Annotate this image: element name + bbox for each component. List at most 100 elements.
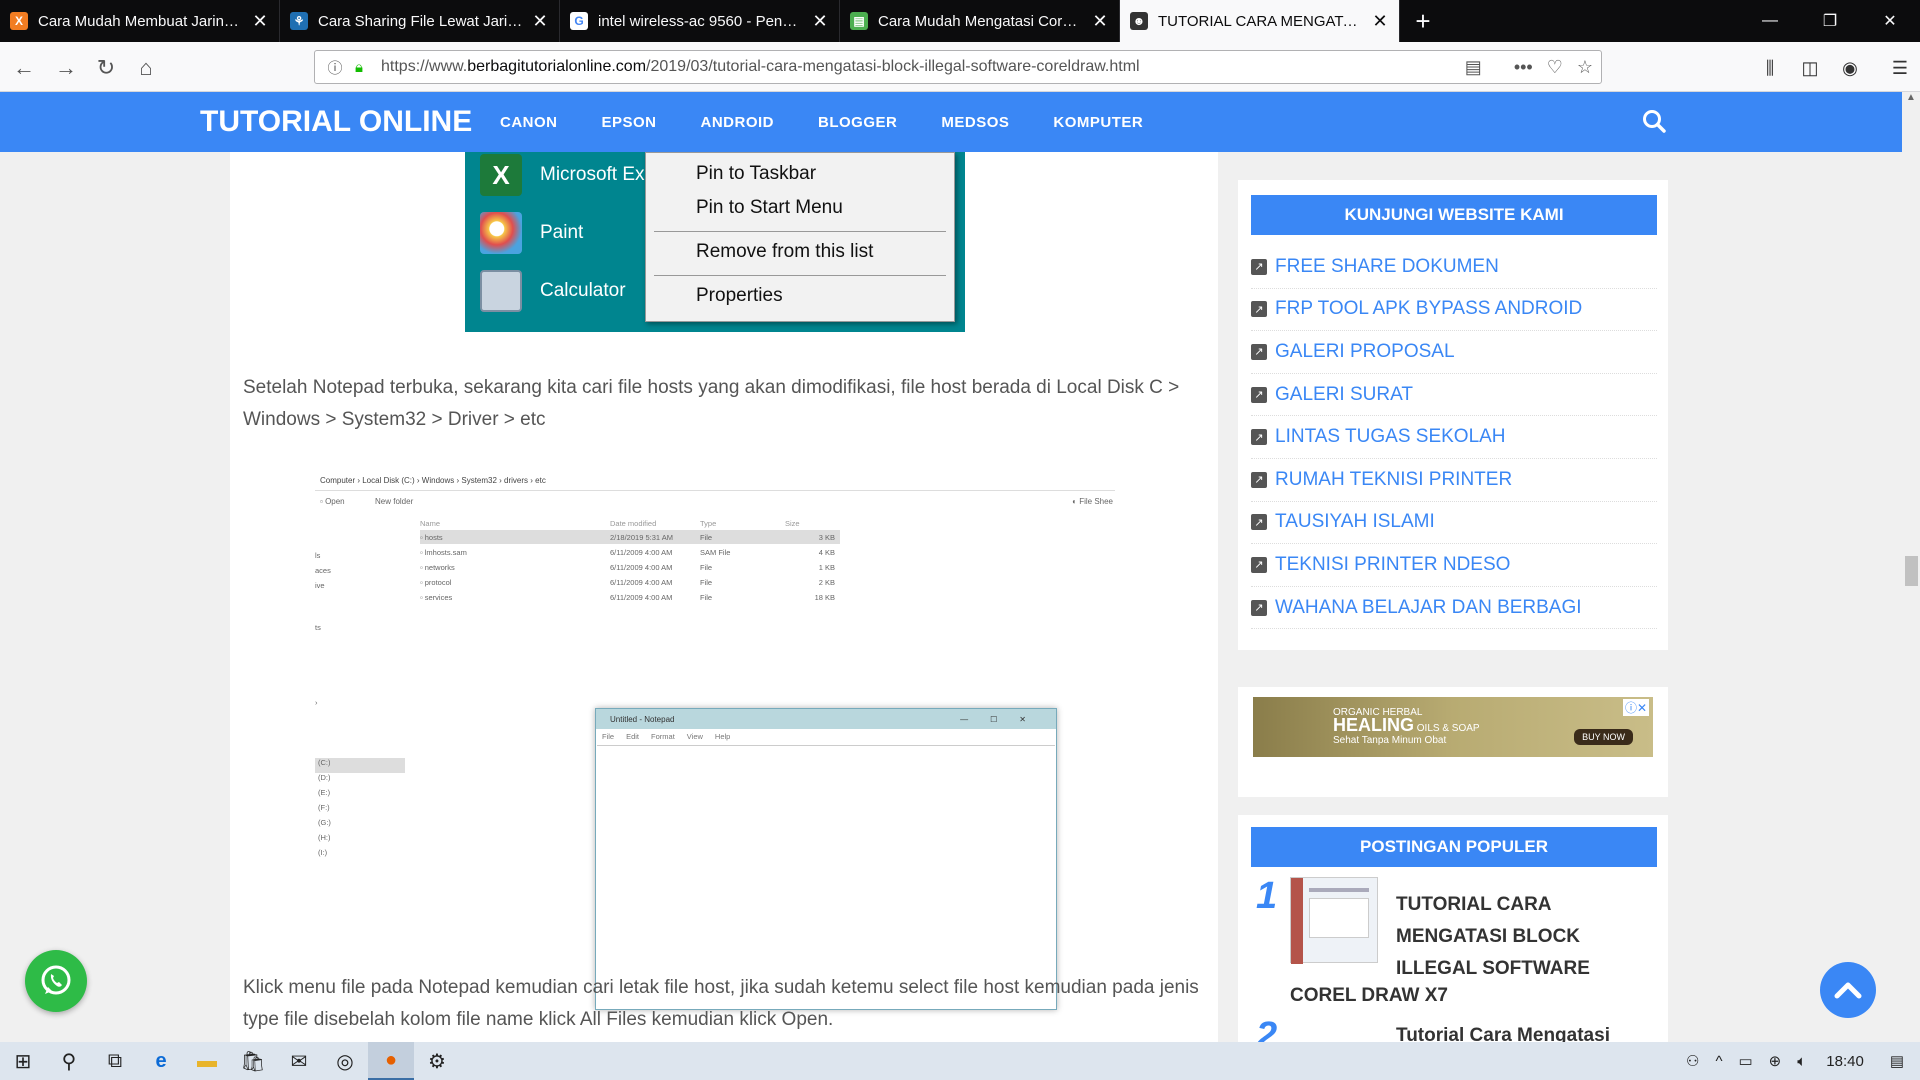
- popular-post-title[interactable]: TUTORIAL CARA MENGATASI BLOCK ILLEGAL SO…: [1396, 889, 1636, 985]
- app-icon[interactable]: ◎: [322, 1042, 368, 1080]
- notepad-titlebar: Untitled - Notepad —☐✕: [596, 709, 1056, 729]
- restore-icon[interactable]: ❐: [1800, 0, 1860, 42]
- file-explorer-icon[interactable]: ▬: [184, 1042, 230, 1080]
- buy-now-button[interactable]: BUY NOW: [1574, 729, 1633, 745]
- mail-icon[interactable]: ✉: [276, 1042, 322, 1080]
- start-menu-item: Calculator: [480, 270, 626, 312]
- notification-icon[interactable]: ▤: [1890, 1052, 1904, 1070]
- browser-tab[interactable]: X Cara Mudah Membuat Jaringan ✕: [0, 0, 280, 42]
- close-tab-icon[interactable]: ✕: [811, 11, 829, 32]
- popular-post-title[interactable]: Tutorial Cara Mengatasi: [1396, 1025, 1610, 1042]
- popular-post-title-cont[interactable]: COREL DRAW X7: [1290, 985, 1448, 1007]
- close-window-icon[interactable]: ✕: [1860, 0, 1920, 42]
- sidebar-link[interactable]: ↗ LINTAS TUGAS SEKOLAH: [1251, 416, 1657, 459]
- popular-rank: 1: [1256, 875, 1278, 917]
- start-menu-item: X Microsoft Exc: [480, 154, 654, 196]
- explorer-drives: (C:) (D:) (E:) (F:) (G:) (H:) (I:): [315, 758, 405, 863]
- scroll-to-top-button[interactable]: [1820, 962, 1876, 1018]
- sidebar-link[interactable]: ↗ FRP TOOL APK BYPASS ANDROID: [1251, 289, 1657, 332]
- explorer-breadcrumb: Computer › Local Disk (C:) › Windows › S…: [320, 476, 546, 485]
- address-bar[interactable]: ⓘ 🔒︎ https://www.berbagitutorialonline.c…: [314, 50, 1602, 84]
- firefox-icon[interactable]: ●: [368, 1042, 414, 1080]
- new-tab-button[interactable]: +: [1400, 0, 1446, 42]
- menu-item-epson[interactable]: EPSON: [602, 114, 657, 131]
- external-link-icon: ↗: [1251, 258, 1267, 275]
- edge-icon[interactable]: e: [138, 1042, 184, 1080]
- browser-tab-active[interactable]: ☻ TUTORIAL CARA MENGATASI B ✕: [1120, 0, 1400, 42]
- explorer-file-row: ▫ networks 6/11/2009 4:00 AM File 1 KB: [420, 562, 835, 572]
- back-icon[interactable]: ←: [8, 52, 40, 84]
- sidebar-link[interactable]: ↗ WAHANA BELAJAR DAN BERBAGI: [1251, 587, 1657, 630]
- browser-tab[interactable]: ⚘ Cara Sharing File Lewat Jaringa ✕: [280, 0, 560, 42]
- close-tab-icon[interactable]: ✕: [251, 11, 269, 32]
- chevron-up-icon: [1834, 982, 1862, 999]
- sidebar-link[interactable]: ↗ GALERI SURAT: [1251, 374, 1657, 417]
- close-tab-icon[interactable]: ✕: [1091, 11, 1109, 32]
- popular-thumbnail[interactable]: [1290, 877, 1378, 964]
- excel-icon: X: [480, 154, 522, 196]
- url-text[interactable]: https://www.berbagitutorialonline.com/20…: [381, 58, 1140, 76]
- clock-time[interactable]: 18:40: [1826, 1053, 1864, 1070]
- explorer-screenshot: Computer › Local Disk (C:) › Windows › S…: [315, 470, 1115, 1010]
- people-icon[interactable]: ⚇: [1686, 1052, 1699, 1070]
- search-icon[interactable]: ⚲: [46, 1042, 92, 1080]
- pocket-icon[interactable]: ♡: [1547, 57, 1563, 78]
- bookmark-star-icon[interactable]: ☆: [1577, 57, 1593, 78]
- menu-item-android[interactable]: ANDROID: [701, 114, 775, 131]
- site-brand[interactable]: TUTORIAL ONLINE: [200, 105, 472, 139]
- sidebar-toggle-icon[interactable]: ◫: [1790, 52, 1830, 84]
- library-icon[interactable]: ⫼: [1750, 52, 1790, 84]
- account-icon[interactable]: ◉: [1830, 52, 1870, 84]
- menu-item-komputer[interactable]: KOMPUTER: [1053, 114, 1143, 131]
- task-view-icon[interactable]: ⧉: [92, 1042, 138, 1080]
- network-icon[interactable]: ⊕: [1769, 1052, 1782, 1070]
- menu-item-blogger[interactable]: BLOGGER: [818, 114, 897, 131]
- minimize-icon[interactable]: —: [1740, 0, 1800, 42]
- info-icon[interactable]: ⓘ: [321, 57, 349, 78]
- explorer-header: Name Date modified Type Size: [420, 518, 800, 528]
- sidebar-link[interactable]: ↗ GALERI PROPOSAL: [1251, 331, 1657, 374]
- tab-title: Cara Sharing File Lewat Jaringa: [318, 12, 523, 30]
- explorer-nav-pane: ls aces ive ts ›: [315, 551, 331, 707]
- website-links: ↗ FREE SHARE DOKUMEN ↗ FRP TOOL APK BYPASS…: [1251, 246, 1657, 630]
- menu-item-medsos[interactable]: MEDSOS: [941, 114, 1009, 131]
- scroll-up-arrow-icon[interactable]: ▲: [1902, 92, 1920, 110]
- battery-icon[interactable]: ▭: [1738, 1052, 1752, 1070]
- reload-icon[interactable]: ↻: [90, 52, 122, 84]
- tab-title: Cara Mudah Mengatasi Corel D: [878, 12, 1083, 30]
- reader-view-icon[interactable]: ▤: [1465, 57, 1482, 78]
- browser-tab[interactable]: G intel wireless-ac 9560 - Penelus ✕: [560, 0, 840, 42]
- favicon-icon: X: [10, 12, 28, 30]
- more-actions-icon[interactable]: •••: [1514, 57, 1533, 78]
- page-scrollbar[interactable]: ▲: [1902, 92, 1920, 1042]
- ad-banner[interactable]: ORGANIC HERBAL HEALING OILS & SOAP Sehat…: [1253, 697, 1653, 757]
- close-tab-icon[interactable]: ✕: [1371, 11, 1389, 32]
- windows-start-icon[interactable]: ⊞: [0, 1042, 46, 1080]
- hamburger-menu-icon[interactable]: ☰: [1880, 52, 1920, 84]
- sidebar-link[interactable]: ↗ TEKNISI PRINTER NDESO: [1251, 544, 1657, 587]
- settings-icon[interactable]: ⚙: [414, 1042, 460, 1080]
- ad-close-icon[interactable]: ⓘ✕: [1622, 699, 1649, 716]
- menu-item-canon[interactable]: CANON: [500, 114, 558, 131]
- search-icon[interactable]: [1641, 108, 1667, 134]
- close-tab-icon[interactable]: ✕: [531, 11, 549, 32]
- browser-tab[interactable]: ▤ Cara Mudah Mengatasi Corel D ✕: [840, 0, 1120, 42]
- start-menu-item: Paint: [480, 212, 583, 254]
- sidebar-link[interactable]: ↗ TAUSIYAH ISLAMI: [1251, 502, 1657, 545]
- whatsapp-button[interactable]: [25, 950, 87, 1012]
- external-link-icon: ↗: [1251, 429, 1267, 446]
- widget-title: KUNJUNGI WEBSITE KAMI: [1251, 195, 1657, 235]
- volume-icon[interactable]: 🔈︎: [1797, 1053, 1806, 1070]
- sidebar-link[interactable]: ↗ RUMAH TEKNISI PRINTER: [1251, 459, 1657, 502]
- favicon-icon: ⚘: [290, 12, 308, 30]
- notepad-text-area: [597, 745, 1055, 1007]
- chevron-up-icon[interactable]: ^: [1715, 1053, 1722, 1070]
- lock-icon[interactable]: 🔒︎: [349, 59, 369, 76]
- home-icon[interactable]: ⌂: [130, 52, 162, 84]
- external-link-icon: ↗: [1251, 514, 1267, 531]
- store-icon[interactable]: 🛍︎: [230, 1042, 276, 1080]
- forward-icon[interactable]: →: [50, 52, 82, 84]
- whatsapp-icon: [41, 965, 71, 995]
- scrollbar-thumb[interactable]: [1905, 556, 1918, 586]
- sidebar-link[interactable]: ↗ FREE SHARE DOKUMEN: [1251, 246, 1657, 289]
